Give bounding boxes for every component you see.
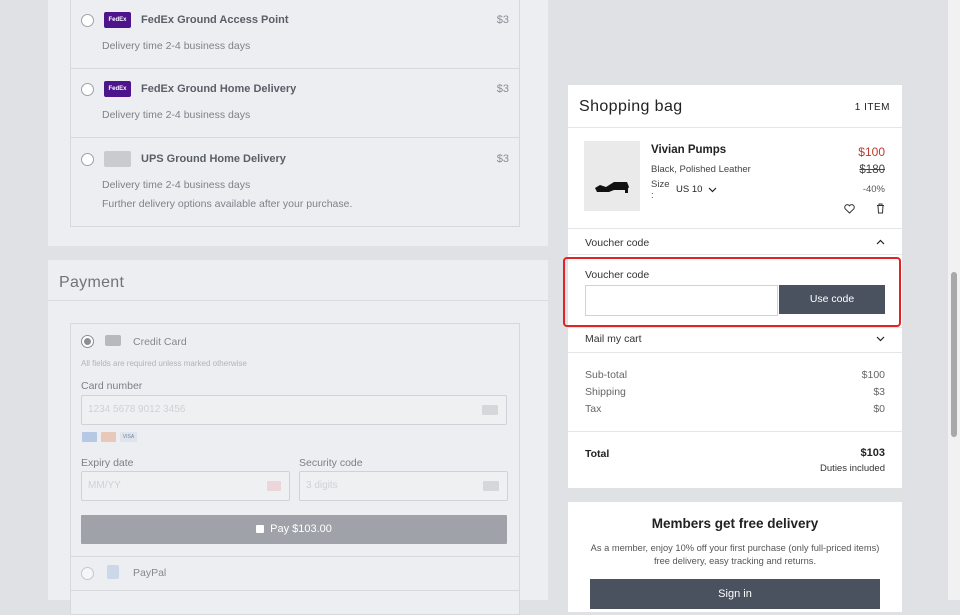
card-icon	[482, 405, 498, 415]
cvv-icon	[483, 481, 499, 491]
pay-button[interactable]: Pay $103.00	[81, 515, 507, 544]
shipping-note: Further delivery options available after…	[102, 198, 353, 210]
paypal-label: PayPal	[133, 567, 167, 579]
shipping-radio[interactable]	[81, 14, 94, 27]
use-code-button[interactable]: Use code	[779, 285, 885, 314]
calendar-icon	[267, 481, 281, 491]
voucher-toggle[interactable]: Voucher code	[585, 237, 649, 249]
heart-icon[interactable]	[844, 204, 855, 214]
shoe-image	[595, 182, 629, 193]
divider	[568, 327, 902, 328]
product-image[interactable]	[584, 141, 640, 211]
paypal-radio[interactable]	[81, 567, 94, 580]
pay-button-label: Pay $103.00	[270, 523, 332, 535]
bag-item-count: 1 ITEM	[854, 102, 890, 113]
divider	[48, 300, 548, 301]
total-label: Total	[585, 448, 610, 460]
shipping-option-time: Delivery time 2-4 business days	[102, 109, 251, 121]
amex-icon	[82, 432, 97, 442]
shopping-bag: Shopping bag 1 ITEM Vivian Pumps Black, …	[563, 85, 902, 488]
payment-title: Payment	[59, 274, 125, 291]
subtotal-value: $100	[861, 369, 885, 381]
trash-icon[interactable]	[876, 203, 885, 214]
shipping-options-list: FedEx FedEx Ground Access Point $3 Deliv…	[70, 0, 520, 227]
shipping-panel: FedEx FedEx Ground Access Point $3 Deliv…	[48, 0, 548, 246]
chevron-down-icon	[708, 187, 717, 193]
divider	[568, 228, 902, 229]
expiry-placeholder: MM/YY	[88, 480, 121, 491]
security-code-label: Security code	[299, 457, 363, 469]
divider	[568, 431, 902, 432]
visa-icon: VISA	[120, 432, 137, 442]
tax-label: Tax	[585, 403, 602, 415]
shipping-option-time: Delivery time 2-4 business days	[102, 179, 251, 191]
shipping-option[interactable]: FedEx FedEx Ground Access Point $3 Deliv…	[71, 0, 519, 69]
card-number-input[interactable]: 1234 5678 9012 3456	[81, 395, 507, 425]
fedex-logo: FedEx	[104, 81, 131, 97]
members-panel: Members get free delivery As a member, e…	[568, 502, 902, 612]
fedex-logo: FedEx	[104, 12, 131, 28]
card-number-label: Card number	[81, 380, 143, 392]
members-description: As a member, enjoy 10% off your first pu…	[590, 543, 880, 566]
shipping-option[interactable]: FedEx FedEx Ground Home Delivery $3 Deli…	[71, 69, 519, 138]
size-label: Size :	[651, 179, 670, 201]
duties-note: Duties included	[820, 463, 885, 474]
product-description: Black, Polished Leather	[651, 164, 751, 175]
expiry-label: Expiry date	[81, 457, 134, 469]
bag-title: Shopping bag	[579, 98, 683, 115]
members-title: Members get free delivery	[651, 516, 819, 531]
credit-card-icon	[105, 335, 121, 346]
discount-badge: -40%	[862, 184, 885, 195]
credit-card-label: Credit Card	[133, 336, 187, 348]
total-value: $103	[860, 447, 885, 459]
security-code-input[interactable]: 3 digits	[299, 471, 508, 501]
required-note: All fields are required unless marked ot…	[81, 359, 247, 368]
shipping-option-name: FedEx Ground Home Delivery	[141, 83, 297, 95]
shipping-option-price: $3	[496, 83, 509, 95]
mastercard-icon	[101, 432, 116, 442]
voucher-input[interactable]	[585, 285, 778, 316]
divider	[568, 254, 902, 255]
sale-price: $100	[858, 145, 885, 159]
security-placeholder: 3 digits	[306, 480, 338, 491]
shipping-radio[interactable]	[81, 83, 94, 96]
shipping-option-price: $3	[496, 153, 509, 165]
subtotal-label: Sub-total	[585, 369, 628, 381]
lock-icon	[256, 525, 265, 533]
shipping-option-name: FedEx Ground Access Point	[141, 14, 289, 26]
voucher-label: Voucher code	[585, 269, 650, 281]
shipping-value: $3	[873, 386, 885, 398]
ups-logo	[104, 151, 131, 167]
shipping-radio[interactable]	[81, 153, 94, 166]
divider	[71, 556, 519, 557]
payment-methods: Credit Card All fields are required unle…	[70, 323, 520, 615]
original-price: $180	[859, 164, 885, 176]
payment-panel: Payment Credit Card All fields are requi…	[48, 260, 548, 615]
shipping-option-name: UPS Ground Home Delivery	[141, 153, 286, 165]
shipping-option[interactable]: UPS Ground Home Delivery $3 Delivery tim…	[71, 138, 519, 226]
size-selector[interactable]: US 10	[676, 184, 717, 195]
mail-cart-toggle[interactable]: Mail my cart	[585, 333, 642, 345]
divider	[71, 590, 519, 591]
product-name[interactable]: Vivian Pumps	[651, 144, 726, 156]
shipping-option-price: $3	[496, 14, 509, 26]
divider	[568, 127, 902, 128]
size-value: US 10	[676, 184, 703, 195]
shipping-option-time: Delivery time 2-4 business days	[102, 40, 251, 52]
divider	[568, 352, 902, 353]
chevron-down-icon[interactable]	[876, 336, 885, 342]
tax-value: $0	[873, 403, 885, 415]
card-number-placeholder: 1234 5678 9012 3456	[88, 404, 186, 415]
sign-in-button[interactable]: Sign in	[590, 579, 880, 609]
scrollbar-thumb[interactable]	[951, 272, 957, 437]
credit-card-radio[interactable]	[81, 335, 94, 348]
expiry-input[interactable]: MM/YY	[81, 471, 290, 501]
shipping-label: Shipping	[585, 386, 626, 398]
paypal-icon	[107, 565, 119, 579]
chevron-up-icon[interactable]	[876, 239, 885, 245]
